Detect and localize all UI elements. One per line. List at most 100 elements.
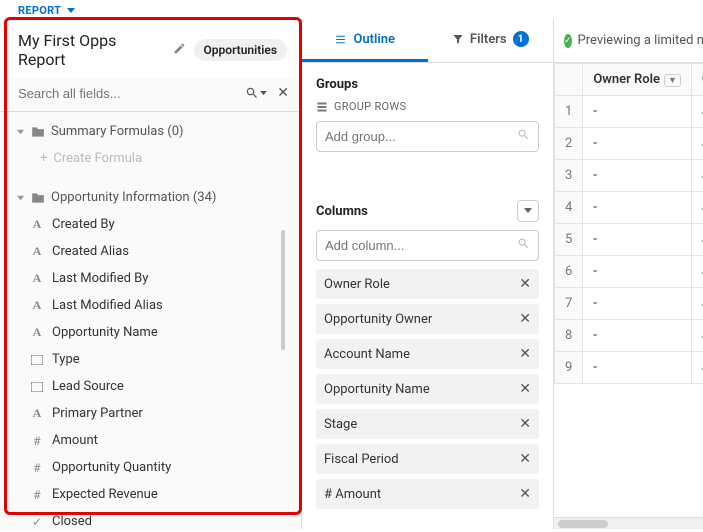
type-icon: A bbox=[30, 406, 44, 421]
field-item[interactable]: ✓Closed bbox=[0, 508, 301, 529]
field-item[interactable]: #Amount bbox=[0, 427, 301, 454]
fields-panel: My First Opps Report Opportunities ✕ Sum… bbox=[0, 19, 302, 529]
preview-table: Owner Role▼ O 1-Je2-Je3-Je4-Je5-Je6-Je7-… bbox=[554, 63, 703, 384]
preview-status: Previewing a limited nu bbox=[578, 33, 703, 48]
type-icon: A bbox=[30, 244, 44, 259]
type-icon bbox=[30, 355, 44, 365]
column-label: Opportunity Owner bbox=[324, 312, 432, 327]
field-item[interactable]: ALast Modified Alias bbox=[0, 292, 301, 319]
remove-column-button[interactable]: ✕ bbox=[519, 346, 531, 362]
remove-column-button[interactable]: ✕ bbox=[519, 451, 531, 467]
filter-icon bbox=[452, 33, 464, 45]
folder-icon bbox=[31, 126, 45, 138]
filter-count-badge: 1 bbox=[513, 31, 529, 47]
scrollbar-thumb[interactable] bbox=[281, 230, 285, 350]
report-title: My First Opps Report bbox=[18, 31, 165, 69]
field-item[interactable]: ALast Modified By bbox=[0, 265, 301, 292]
table-row[interactable]: 6-Je bbox=[555, 256, 703, 288]
column-item[interactable]: Account Name ✕ bbox=[316, 339, 539, 369]
add-group-input[interactable] bbox=[325, 129, 517, 144]
field-item[interactable]: ACreated By bbox=[0, 211, 301, 238]
col-header-owner-role[interactable]: Owner Role▼ bbox=[583, 64, 692, 96]
plus-icon: + bbox=[40, 151, 47, 166]
column-label: Fiscal Period bbox=[324, 452, 399, 467]
remove-column-button[interactable]: ✕ bbox=[519, 311, 531, 327]
edit-title-button[interactable] bbox=[173, 42, 186, 59]
field-label: Created Alias bbox=[52, 244, 129, 259]
scrollbar-thumb[interactable] bbox=[558, 520, 608, 528]
field-item[interactable]: Type bbox=[0, 346, 301, 373]
search-icon[interactable] bbox=[245, 86, 267, 100]
field-item[interactable]: #Opportunity Quantity bbox=[0, 454, 301, 481]
column-item[interactable]: Fiscal Period ✕ bbox=[316, 444, 539, 474]
opportunity-info-group[interactable]: Opportunity Information (34) bbox=[0, 184, 301, 211]
field-item[interactable]: A Created Alias bbox=[0, 238, 301, 265]
field-item[interactable]: #Expected Revenue bbox=[0, 481, 301, 508]
preview-panel: ✓ Previewing a limited nu Owner Role▼ O bbox=[554, 19, 703, 529]
remove-column-button[interactable]: ✕ bbox=[519, 416, 531, 432]
cell: Je bbox=[691, 160, 703, 192]
field-item[interactable]: A Primary Partner bbox=[0, 400, 301, 427]
remove-column-button[interactable]: ✕ bbox=[519, 276, 531, 292]
field-label: Opportunity Name bbox=[52, 325, 158, 340]
field-item[interactable]: AOpportunity Name bbox=[0, 319, 301, 346]
column-item[interactable]: Opportunity Owner ✕ bbox=[316, 304, 539, 334]
horizontal-scrollbar[interactable] bbox=[554, 517, 703, 529]
field-label: Type bbox=[52, 352, 80, 367]
rows-icon bbox=[316, 101, 328, 113]
field-label: Closed bbox=[52, 514, 92, 529]
type-icon bbox=[30, 382, 44, 392]
remove-column-button[interactable]: ✕ bbox=[519, 381, 531, 397]
pencil-icon bbox=[173, 42, 186, 55]
chevron-down-icon bbox=[16, 193, 25, 202]
chevron-down-icon bbox=[260, 91, 267, 96]
column-item[interactable]: # Amount✕ bbox=[316, 479, 539, 509]
row-num: 9 bbox=[555, 352, 583, 384]
type-icon: # bbox=[30, 488, 44, 502]
create-formula-button[interactable]: + Create Formula bbox=[0, 145, 301, 172]
column-label: Account Name bbox=[324, 347, 410, 362]
cell: - bbox=[583, 192, 692, 224]
check-icon: ✓ bbox=[564, 34, 572, 48]
cell: - bbox=[583, 288, 692, 320]
table-row[interactable]: 1-Je bbox=[555, 96, 703, 128]
col-header-next[interactable]: O bbox=[691, 64, 703, 96]
cell: Je bbox=[691, 352, 703, 384]
column-item[interactable]: Owner Role✕ bbox=[316, 269, 539, 299]
type-icon: A bbox=[30, 298, 44, 313]
outline-panel: Outline Filters 1 Groups GROUP ROWS bbox=[302, 19, 554, 529]
column-menu-button[interactable]: ▼ bbox=[664, 74, 681, 87]
tab-outline[interactable]: Outline bbox=[302, 19, 428, 62]
field-item[interactable]: Lead Source bbox=[0, 373, 301, 400]
cell: Je bbox=[691, 128, 703, 160]
table-row[interactable]: 4-Je bbox=[555, 192, 703, 224]
cell: - bbox=[583, 320, 692, 352]
table-row[interactable]: 8-Je bbox=[555, 320, 703, 352]
table-row[interactable]: 7-Je bbox=[555, 288, 703, 320]
cell: Je bbox=[691, 96, 703, 128]
report-label[interactable]: REPORT bbox=[0, 0, 703, 19]
column-label: Opportunity Name bbox=[324, 382, 430, 397]
table-row[interactable]: 2-Je bbox=[555, 128, 703, 160]
field-label: Primary Partner bbox=[52, 406, 143, 421]
remove-column-button[interactable]: ✕ bbox=[519, 486, 531, 502]
tab-filters[interactable]: Filters 1 bbox=[428, 19, 554, 62]
column-item[interactable]: Stage✕ bbox=[316, 409, 539, 439]
groups-heading: Groups bbox=[316, 77, 539, 92]
columns-menu-button[interactable] bbox=[517, 200, 539, 222]
clear-search-button[interactable]: ✕ bbox=[277, 85, 289, 101]
summary-formulas-group[interactable]: Summary Formulas (0) bbox=[0, 118, 301, 145]
table-row[interactable]: 5-Je bbox=[555, 224, 703, 256]
search-icon bbox=[517, 237, 530, 254]
search-fields-input[interactable] bbox=[18, 86, 245, 101]
field-label: Amount bbox=[52, 433, 98, 448]
group-rows-label: GROUP ROWS bbox=[316, 100, 539, 113]
entity-pill[interactable]: Opportunities bbox=[194, 39, 288, 61]
cell: - bbox=[583, 96, 692, 128]
column-item[interactable]: Opportunity Name ✕ bbox=[316, 374, 539, 404]
add-column-input[interactable] bbox=[325, 238, 517, 253]
table-row[interactable]: 3-Je bbox=[555, 160, 703, 192]
type-icon: # bbox=[30, 461, 44, 475]
field-label: Created By bbox=[52, 217, 115, 232]
table-row[interactable]: 9-Je bbox=[555, 352, 703, 384]
